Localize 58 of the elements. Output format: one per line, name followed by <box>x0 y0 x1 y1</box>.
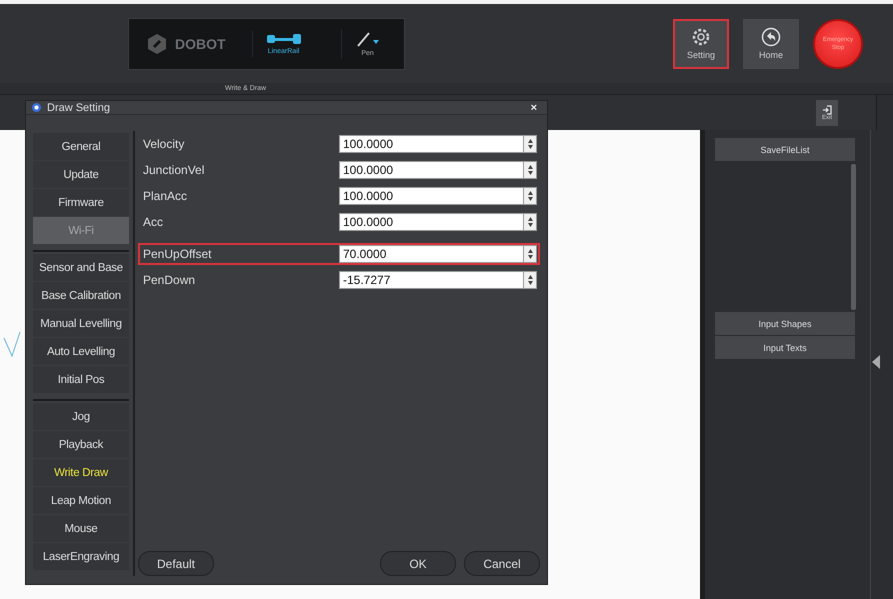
spin-arrows-icon <box>528 274 532 286</box>
nav-button[interactable]: Firmware <box>33 189 129 216</box>
collapse-arrow-icon <box>871 354 881 370</box>
nav-button[interactable]: Auto Levelling <box>33 338 129 365</box>
close-button[interactable]: × <box>526 102 541 114</box>
spin-arrows-icon <box>528 164 532 176</box>
field-label: Velocity <box>143 137 186 151</box>
number-field[interactable]: -15.7277 <box>339 271 524 289</box>
setting-button[interactable]: Setting <box>673 18 729 68</box>
nav-button[interactable]: Jog <box>33 403 129 430</box>
default-button[interactable]: Default <box>138 551 214 576</box>
input-button[interactable]: Input Texts <box>715 336 855 360</box>
exit-icon <box>822 104 832 114</box>
number-field[interactable]: 100.0000 <box>339 135 524 153</box>
line-drawing <box>2 330 22 360</box>
spin-arrows-icon <box>528 190 532 202</box>
nav-button[interactable]: Playback <box>33 431 129 458</box>
nav-button[interactable]: General <box>33 133 129 160</box>
spin-button[interactable] <box>524 161 537 179</box>
spin-button[interactable] <box>524 187 537 205</box>
dialog-button[interactable]: Cancel <box>464 551 540 576</box>
spin-arrows-icon <box>528 248 532 260</box>
input-button[interactable]: Input Shapes <box>715 312 855 336</box>
nav-button[interactable]: Leap Motion <box>33 487 129 514</box>
number-field[interactable]: 100.0000 <box>339 187 524 205</box>
spin-button[interactable] <box>524 271 537 289</box>
number-field[interactable]: 100.0000 <box>339 161 524 179</box>
spin-arrows-icon <box>528 138 532 150</box>
pen-icon <box>356 30 380 46</box>
field-label: JunctionVel <box>143 163 206 177</box>
save-file-list-button[interactable]: SaveFileList <box>715 138 855 162</box>
nav-button[interactable]: Mouse <box>33 515 129 542</box>
nav-button[interactable]: Update <box>33 161 129 188</box>
hexagon-logo-icon <box>147 32 167 54</box>
nav-button[interactable]: Base Calibration <box>33 282 129 309</box>
field-label: PenDown <box>143 273 196 287</box>
field-label: PenUpOffset <box>143 247 212 261</box>
nav-button[interactable]: Sensor and Base <box>33 254 129 281</box>
spin-button[interactable] <box>524 213 537 231</box>
home-button[interactable]: Home <box>743 18 799 68</box>
nav-button[interactable]: Manual Levelling <box>33 310 129 337</box>
settings-icon <box>691 27 711 47</box>
rail-icon <box>266 32 301 44</box>
number-field[interactable]: 70.0000 <box>339 245 524 263</box>
nav-button[interactable]: Initial Pos <box>33 366 129 393</box>
field-label: Acc <box>143 215 164 229</box>
field-label: PlanAcc <box>143 189 188 203</box>
app-icon <box>32 103 41 112</box>
dialog-title: Draw Setting <box>47 102 111 114</box>
spin-button[interactable] <box>524 135 537 153</box>
spin-arrows-icon <box>528 216 532 228</box>
spin-button[interactable] <box>524 245 537 263</box>
dialog-button[interactable]: OK <box>380 551 456 576</box>
nav-button[interactable]: Write Draw <box>33 459 129 486</box>
nav-button[interactable]: LaserEngraving <box>33 543 129 570</box>
number-field[interactable]: 100.0000 <box>339 213 524 231</box>
home-icon <box>761 27 781 47</box>
logo: DOBOT <box>147 32 226 54</box>
